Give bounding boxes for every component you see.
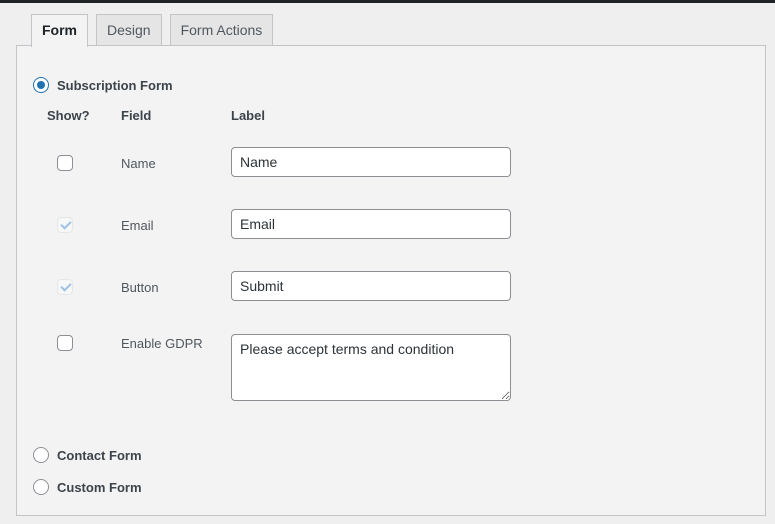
header-show: Show? — [47, 108, 90, 123]
header-field: Field — [121, 108, 152, 123]
show-gdpr-checkbox[interactable] — [57, 335, 73, 351]
tab-bar: Form Design Form Actions — [31, 14, 281, 47]
contact-form-radio[interactable] — [33, 447, 49, 463]
gdpr-label-textarea[interactable]: Please accept terms and condition — [231, 334, 511, 401]
tab-form[interactable]: Form — [31, 14, 88, 47]
header-label: Label — [231, 108, 265, 123]
email-label-input[interactable] — [231, 209, 511, 239]
top-bar — [0, 0, 775, 3]
name-label-input[interactable] — [231, 147, 511, 177]
field-name-email: Email — [121, 218, 154, 233]
field-name-button: Button — [121, 280, 159, 295]
tab-design[interactable]: Design — [96, 14, 162, 46]
show-email-checkbox — [57, 217, 73, 233]
tab-form-actions[interactable]: Form Actions — [169, 14, 274, 46]
custom-form-radio[interactable] — [33, 479, 49, 495]
custom-form-label: Custom Form — [57, 479, 142, 495]
show-button-checkbox — [57, 279, 73, 295]
field-name-gdpr: Enable GDPR — [121, 336, 203, 351]
button-label-input[interactable] — [231, 271, 511, 301]
custom-form-option[interactable]: Custom Form — [33, 479, 142, 495]
subscription-form-label: Subscription Form — [57, 77, 173, 93]
field-name-name: Name — [121, 156, 156, 171]
subscription-form-option[interactable]: Subscription Form — [33, 77, 173, 93]
subscription-form-radio[interactable] — [33, 77, 49, 93]
show-name-checkbox[interactable] — [57, 155, 73, 171]
contact-form-label: Contact Form — [57, 447, 142, 463]
contact-form-option[interactable]: Contact Form — [33, 447, 142, 463]
form-settings-panel: Subscription Form Show? Field Label Name… — [16, 45, 766, 516]
